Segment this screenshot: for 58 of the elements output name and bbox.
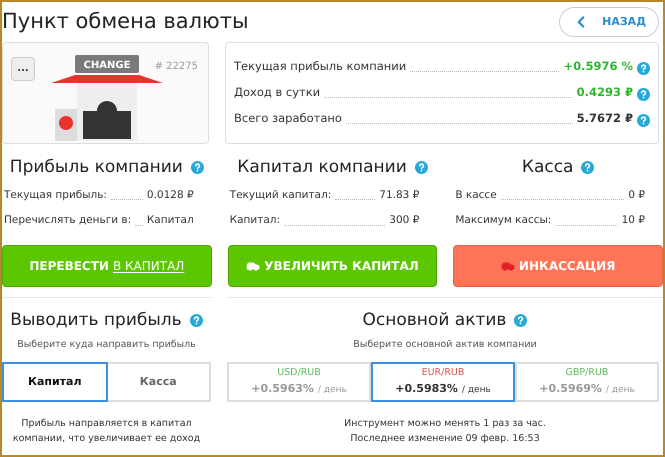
row-value: 300 ₽ (389, 213, 420, 228)
section-title: Выводить прибыль (10, 309, 182, 332)
help-icon[interactable] (581, 161, 594, 174)
panel-title: Касса (522, 156, 574, 179)
stat-label: Текущая прибыль компании (234, 58, 406, 75)
row-label: Текущий капитал: (230, 188, 332, 202)
currency-pair: EUR/RUB (422, 366, 464, 380)
help-icon[interactable] (414, 161, 428, 174)
currency-pair: GBP/RUB (566, 366, 608, 380)
row-label: Перечислять деньги в: (4, 213, 132, 228)
row-label: Текущая прибыль: (4, 188, 107, 202)
section-subtitle: Выберите основной актив компании (353, 338, 537, 352)
row-value: 0.0128 ₽ (146, 188, 194, 202)
asset-note: Последнее изменение 09 февр. 16:53 (350, 432, 540, 446)
profit-target-option[interactable]: Капитал (2, 362, 108, 402)
rate-unit: / день (462, 384, 491, 397)
capital-link[interactable]: В КАПИТАЛ (112, 257, 184, 275)
row-value: 71.83 ₽ (379, 188, 420, 202)
help-icon[interactable] (637, 88, 650, 102)
help-icon[interactable] (190, 314, 203, 328)
profit-target-option[interactable]: Касса (108, 362, 211, 402)
stat-value: 0.4293 ₽ (576, 84, 633, 101)
kiosk-number: # 22275 (154, 60, 198, 74)
increase-button[interactable]: УВЕЛИЧИТЬ КАПИТАЛ (228, 245, 438, 287)
rate-value: +0.5969% (539, 380, 602, 397)
help-icon[interactable] (190, 161, 204, 174)
back-button[interactable]: НАЗАД (559, 6, 659, 37)
currency-pair: USD/RUB (277, 366, 321, 380)
row-value: 0 ₽ (628, 188, 646, 202)
row-label: В кассе (455, 188, 497, 202)
rate-unit: / день (318, 384, 347, 397)
asset-option[interactable]: GBP/RUB +0.5969% / день (515, 362, 659, 402)
menu-button[interactable]: ... (11, 56, 35, 80)
asset-option[interactable]: USD/RUB +0.5963% / день (227, 362, 371, 402)
panel-title: Прибыль компании (10, 156, 183, 179)
row-value: 10 ₽ (622, 213, 646, 228)
stat-label: Всего заработано (234, 110, 342, 128)
transfer-button[interactable]: ПЕРЕВЕСТИ В КАПИТАЛ (2, 245, 212, 287)
stat-label: Доход в сутки (234, 84, 320, 101)
stat-value: 5.7672 ₽ (576, 110, 633, 128)
row-label: Капитал: (230, 213, 280, 228)
help-icon[interactable] (637, 114, 650, 128)
rate-value: +0.5983% (395, 380, 458, 397)
collect-button[interactable]: ИНКАССАЦИЯ (453, 245, 663, 287)
page-title: Пункт обмена валюты (2, 8, 249, 35)
help-icon[interactable] (637, 62, 650, 75)
row-value: Капитал (146, 213, 194, 228)
panel-title: Капитал компании (237, 156, 407, 179)
help-icon[interactable] (514, 314, 528, 328)
row-label: Максимум кассы: (455, 213, 552, 228)
asset-option[interactable]: EUR/RUB +0.5983% / день (371, 362, 515, 402)
profit-note: Прибыль направляется в капитал компании, что увеличивает ее доход (12, 416, 202, 446)
section-subtitle: Выберите куда направить прибыль (17, 338, 196, 352)
rate-unit: / день (606, 384, 635, 397)
asset-note: Инструмент можно менять 1 раз за час. (344, 416, 546, 431)
rate-value: +0.5963% (251, 380, 314, 397)
stat-value: +0.5976 % (563, 58, 633, 75)
section-title: Основной актив (362, 309, 506, 332)
